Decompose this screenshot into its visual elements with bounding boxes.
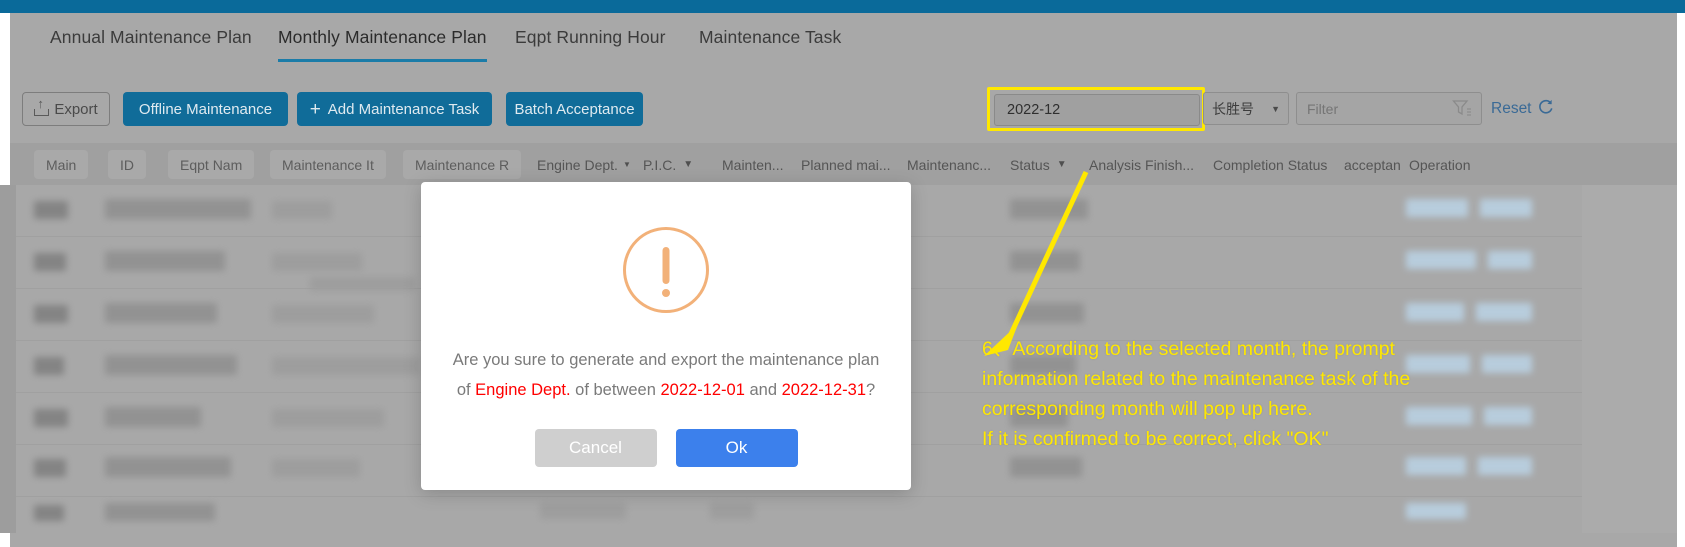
annotation-callout: 6、According to the selected month, the p… bbox=[982, 334, 1522, 454]
table-left-rail bbox=[0, 185, 16, 533]
add-maintenance-task-button[interactable]: + Add Maintenance Task bbox=[297, 92, 492, 126]
table-row[interactable] bbox=[10, 497, 1677, 533]
dialog-message-line2: of Engine Dept. of between 2022-12-01 an… bbox=[439, 375, 893, 405]
column-header-maintenance-item[interactable]: Maintenance It bbox=[270, 150, 386, 179]
column-header-status-label: Status bbox=[1010, 156, 1050, 173]
tab-maintenance-task[interactable]: Maintenance Task bbox=[699, 27, 841, 62]
dialog-line2-prefix: of bbox=[456, 381, 476, 399]
add-maintenance-task-label: Add Maintenance Task bbox=[327, 100, 480, 118]
offline-maintenance-button[interactable]: Offline Maintenance bbox=[123, 92, 288, 126]
dialog-department: Engine Dept. bbox=[475, 381, 571, 399]
reset-button-label: Reset bbox=[1491, 100, 1532, 117]
column-header-acceptance[interactable]: acceptan bbox=[1344, 150, 1401, 179]
column-header-status[interactable]: Status ▼ bbox=[1010, 150, 1067, 179]
column-header-planned-maintenance[interactable]: Planned mai... bbox=[801, 150, 891, 179]
column-header-pic-label: P.I.C. bbox=[643, 156, 677, 173]
tab-strip: Annual Maintenance Plan Monthly Maintena… bbox=[10, 13, 1677, 71]
annotation-line-4: If it is confirmed to be correct, click … bbox=[982, 428, 1329, 450]
ship-select-value: 长胜号 bbox=[1212, 100, 1254, 117]
column-header-maintenance-trunc[interactable]: Mainten... bbox=[722, 150, 783, 179]
column-header-maintenance-r[interactable]: Maintenance R bbox=[403, 150, 522, 179]
dialog-end-date: 2022-12-31 bbox=[781, 381, 866, 399]
ship-select[interactable]: 长胜号 ▼ bbox=[1203, 92, 1289, 125]
plus-icon: + bbox=[309, 98, 321, 120]
chevron-down-icon: ▼ bbox=[622, 160, 631, 169]
batch-acceptance-label: Batch Acceptance bbox=[514, 100, 635, 118]
column-header-engine-dept-label: Engine Dept. bbox=[537, 156, 618, 173]
dialog-message: Are you sure to generate and export the … bbox=[421, 345, 911, 405]
table-header-row: Main ID Eqpt Nam Maintenance It Maintena… bbox=[10, 143, 1677, 185]
column-header-pic[interactable]: P.I.C. ▼ bbox=[643, 150, 693, 179]
month-picker-input[interactable] bbox=[994, 94, 1200, 126]
column-header-operation[interactable]: Operation bbox=[1409, 150, 1470, 179]
table-right-rail bbox=[1582, 185, 1677, 533]
reset-button[interactable]: Reset bbox=[1491, 98, 1554, 120]
column-header-main[interactable]: Main bbox=[34, 150, 89, 179]
dialog-start-date: 2022-12-01 bbox=[660, 381, 745, 399]
chevron-down-icon: ▼ bbox=[683, 159, 694, 170]
export-button-label: Export bbox=[54, 100, 98, 118]
right-page-edge bbox=[1677, 13, 1685, 547]
cancel-button[interactable]: Cancel bbox=[534, 429, 657, 467]
dialog-line2-mid: of between bbox=[570, 381, 661, 399]
refresh-icon bbox=[1537, 98, 1554, 120]
export-icon bbox=[34, 98, 50, 116]
column-header-eqpt-name[interactable]: Eqpt Nam bbox=[168, 150, 255, 179]
column-header-id[interactable]: ID bbox=[108, 150, 146, 179]
tab-eqpt-running-hour[interactable]: Eqpt Running Hour bbox=[515, 27, 666, 62]
column-header-completion-status[interactable]: Completion Status bbox=[1213, 150, 1327, 179]
annotation-line-3: corresponding month will pop up here. bbox=[982, 398, 1313, 420]
tab-annual-maintenance-plan[interactable]: Annual Maintenance Plan bbox=[50, 27, 252, 62]
column-header-maintenance-c[interactable]: Maintenanc... bbox=[907, 150, 991, 179]
chevron-down-icon: ▼ bbox=[1271, 103, 1280, 114]
dialog-actions: Cancel Ok bbox=[421, 429, 911, 467]
ok-button[interactable]: Ok bbox=[675, 429, 798, 467]
dialog-message-line1: Are you sure to generate and export the … bbox=[452, 351, 880, 369]
month-picker-highlight bbox=[987, 87, 1205, 131]
annotation-line-1: 6、According to the selected month, the p… bbox=[982, 338, 1395, 360]
export-button[interactable]: Export bbox=[22, 92, 110, 126]
annotation-line-2: information related to the maintenance t… bbox=[982, 368, 1411, 390]
confirm-export-dialog: Are you sure to generate and export the … bbox=[421, 182, 911, 490]
dialog-line2-and: and bbox=[744, 381, 782, 399]
warning-exclamation-icon bbox=[623, 227, 709, 313]
dialog-line2-suffix: ? bbox=[866, 381, 876, 399]
chevron-down-icon: ▼ bbox=[1056, 159, 1067, 170]
filter-funnel-icon[interactable] bbox=[1452, 99, 1472, 117]
column-header-engine-dept[interactable]: Engine Dept. ▼ bbox=[537, 150, 631, 179]
top-blue-bar bbox=[0, 0, 1685, 13]
column-header-analysis-finish[interactable]: Analysis Finish... bbox=[1089, 150, 1194, 179]
batch-acceptance-button[interactable]: Batch Acceptance bbox=[506, 92, 643, 126]
tab-monthly-maintenance-plan[interactable]: Monthly Maintenance Plan bbox=[278, 27, 487, 62]
offline-maintenance-label: Offline Maintenance bbox=[138, 100, 273, 118]
application-window: Annual Maintenance Plan Monthly Maintena… bbox=[0, 0, 1685, 547]
